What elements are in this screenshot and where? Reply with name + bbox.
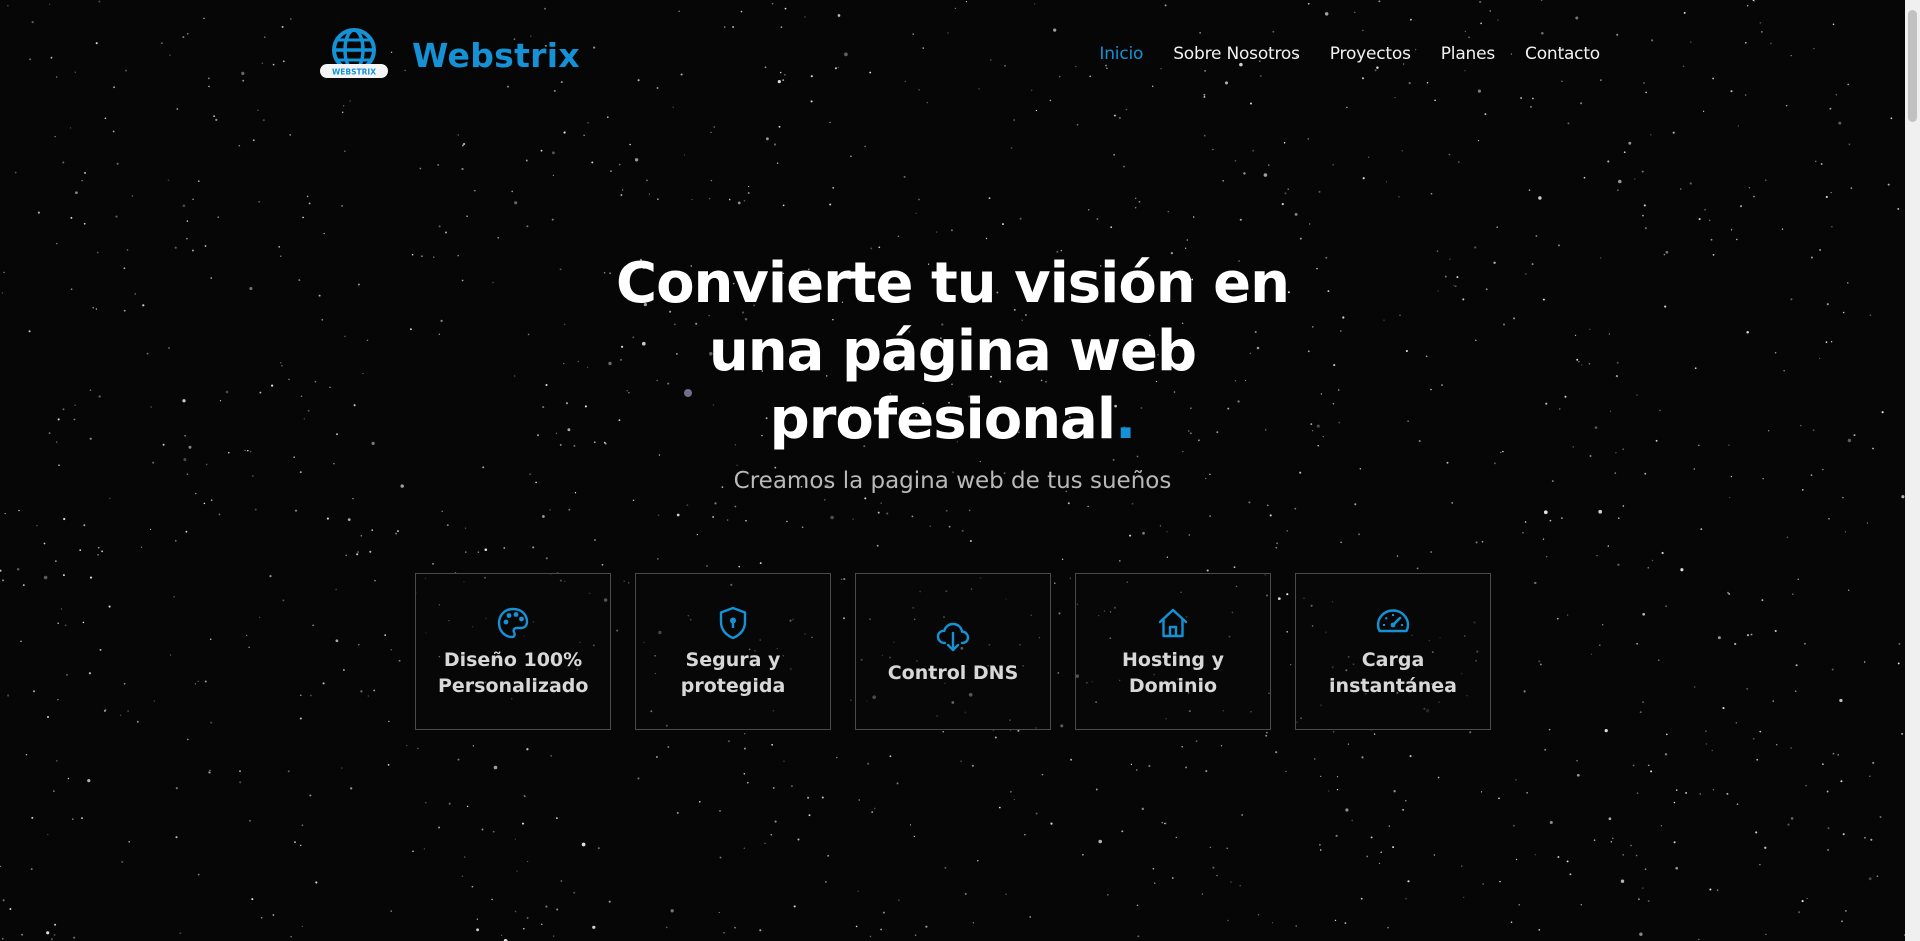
scrollbar-thumb[interactable]	[1908, 10, 1917, 122]
nav-link-contacto[interactable]: Contacto	[1525, 44, 1600, 64]
hero-title-line-3: profesional	[769, 387, 1116, 452]
globe-logo-icon: WEBSTRIX	[318, 28, 390, 82]
hero-title-dot: .	[1115, 387, 1136, 452]
page-scrollbar[interactable]	[1905, 0, 1920, 941]
site-header: WEBSTRIX Webstrix Inicio Sobre Nosotros …	[0, 0, 1905, 110]
logo[interactable]: WEBSTRIX Webstrix	[318, 28, 580, 82]
nav-item-proyectos: Proyectos	[1330, 44, 1411, 64]
page: WEBSTRIX Webstrix Inicio Sobre Nosotros …	[0, 0, 1920, 941]
logo-caption: WEBSTRIX	[332, 68, 376, 77]
main-nav: Inicio Sobre Nosotros Proyectos Planes C…	[1099, 44, 1600, 64]
hero-title: Convierte tu visión en una página web pr…	[603, 250, 1303, 454]
feature-label: Segura y protegida	[680, 648, 786, 697]
speedometer-icon	[1376, 608, 1410, 632]
feature-card-dns[interactable]: Control DNS	[855, 573, 1051, 730]
nav-link-planes[interactable]: Planes	[1441, 44, 1495, 64]
nav-link-proyectos[interactable]: Proyectos	[1330, 44, 1411, 64]
nav-item-planes: Planes	[1441, 44, 1495, 64]
nav-item-sobre-nosotros: Sobre Nosotros	[1173, 44, 1300, 64]
nav-link-sobre-nosotros[interactable]: Sobre Nosotros	[1173, 44, 1300, 64]
features-row: Diseño 100% Personalizado Segura y prote…	[415, 573, 1491, 730]
palette-icon	[497, 607, 529, 638]
feature-card-speed[interactable]: Carga instantánea	[1295, 573, 1491, 730]
brand-name: Webstrix	[412, 35, 580, 75]
nav-link-inicio[interactable]: Inicio	[1099, 44, 1143, 64]
nav-item-contacto: Contacto	[1525, 44, 1600, 64]
nav-item-inicio: Inicio	[1099, 44, 1143, 64]
feature-label: Control DNS	[887, 661, 1019, 684]
feature-label: Hosting y Dominio	[1122, 648, 1224, 697]
home-icon	[1158, 608, 1188, 637]
feature-card-security[interactable]: Segura y protegida	[635, 573, 831, 730]
feature-label: Diseño 100% Personalizado	[438, 648, 589, 697]
feature-card-design[interactable]: Diseño 100% Personalizado	[415, 573, 611, 730]
cloud-download-icon	[936, 622, 970, 651]
shield-lock-icon	[719, 606, 747, 639]
hero-subtitle: Creamos la pagina web de tus sueños	[733, 468, 1172, 494]
feature-label: Carga instantánea	[1329, 648, 1457, 697]
feature-card-hosting[interactable]: Hosting y Dominio	[1075, 573, 1271, 730]
hero-title-line-1: Convierte tu visión en	[615, 251, 1290, 316]
hero-title-line-2: una página web	[708, 319, 1197, 384]
hero-section: Convierte tu visión en una página web pr…	[0, 250, 1905, 494]
